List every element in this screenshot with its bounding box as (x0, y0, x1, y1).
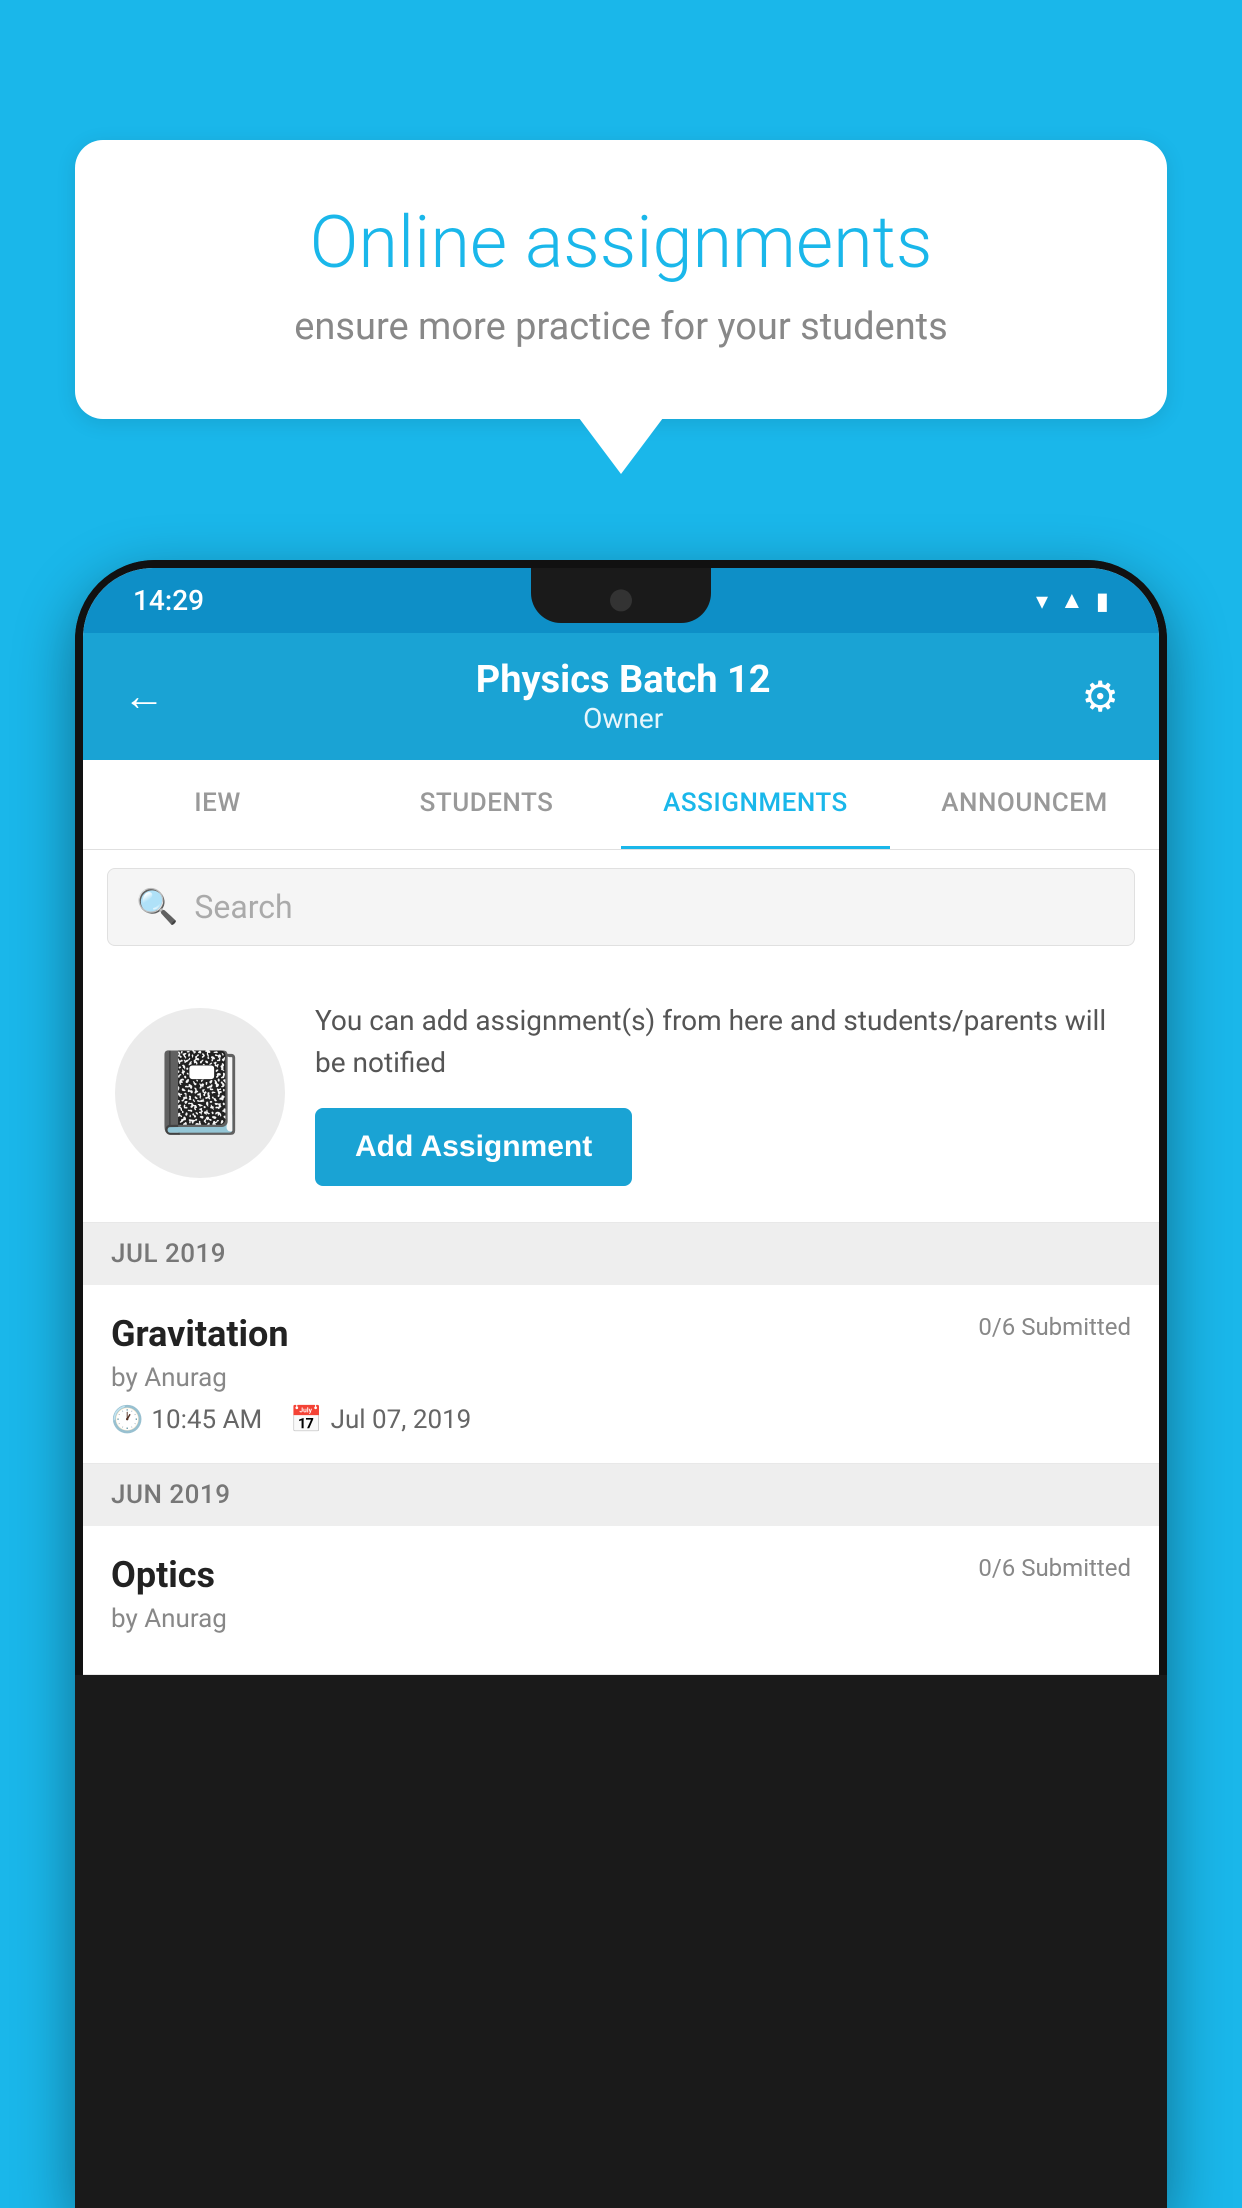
meta-date: 📅 Jul 07, 2019 (290, 1405, 471, 1435)
wifi-icon: ▾ (1036, 587, 1048, 615)
assignment-optics[interactable]: Optics 0/6 Submitted by Anurag (83, 1526, 1159, 1675)
status-bar: 14:29 ▾ ▲ ▮ (83, 568, 1159, 633)
header-title: Physics Batch 12 (476, 658, 771, 702)
month-label-jun: JUN 2019 (111, 1480, 230, 1510)
back-button[interactable]: ← (123, 672, 165, 721)
header-subtitle: Owner (476, 702, 771, 735)
assignment-time: 10:45 AM (151, 1405, 262, 1435)
assignment-name-optics: Optics (111, 1554, 215, 1596)
search-input[interactable]: 🔍 Search (107, 868, 1135, 946)
tab-overview[interactable]: IEW (83, 760, 352, 849)
assignment-author: by Anurag (111, 1363, 1131, 1393)
promo-bubble: Online assignments ensure more practice … (75, 140, 1167, 419)
assignment-submitted: 0/6 Submitted (978, 1313, 1131, 1341)
assignment-meta: 🕐 10:45 AM 📅 Jul 07, 2019 (111, 1405, 1131, 1435)
signal-icon: ▲ (1060, 586, 1084, 615)
tabs-bar: IEW STUDENTS ASSIGNMENTS ANNOUNCEM (83, 760, 1159, 850)
add-assignment-button[interactable]: Add Assignment (315, 1108, 632, 1186)
month-label-jul: JUL 2019 (111, 1239, 226, 1269)
promo-section: 📓 You can add assignment(s) from here an… (83, 964, 1159, 1223)
search-icon: 🔍 (136, 887, 178, 927)
bubble-subtitle: ensure more practice for your students (145, 305, 1097, 349)
notebook-icon: 📓 (150, 1046, 250, 1140)
promo-description: You can add assignment(s) from here and … (315, 1000, 1127, 1084)
search-bar-container: 🔍 Search (83, 850, 1159, 964)
assignment-submitted-optics: 0/6 Submitted (978, 1554, 1131, 1582)
battery-icon: ▮ (1096, 587, 1109, 615)
bubble-title: Online assignments (145, 200, 1097, 285)
assignment-name: Gravitation (111, 1313, 289, 1355)
phone-frame: 14:29 ▾ ▲ ▮ ← Physics Batch 12 Owner ⚙ I… (75, 560, 1167, 2208)
promo-right: You can add assignment(s) from here and … (315, 1000, 1127, 1186)
header-center: Physics Batch 12 Owner (476, 658, 771, 735)
status-time: 14:29 (133, 584, 204, 617)
search-placeholder: Search (194, 888, 292, 926)
phone-inner: 14:29 ▾ ▲ ▮ ← Physics Batch 12 Owner ⚙ I… (75, 560, 1167, 1675)
app-header: ← Physics Batch 12 Owner ⚙ (83, 633, 1159, 760)
assignment-date: Jul 07, 2019 (331, 1405, 472, 1435)
tab-assignments[interactable]: ASSIGNMENTS (621, 760, 890, 849)
settings-icon[interactable]: ⚙ (1081, 672, 1119, 722)
clock-icon: 🕐 (111, 1405, 143, 1435)
promo-icon-circle: 📓 (115, 1008, 285, 1178)
calendar-icon: 📅 (290, 1405, 322, 1435)
bubble-card: Online assignments ensure more practice … (75, 140, 1167, 419)
status-icons: ▾ ▲ ▮ (1036, 586, 1109, 615)
tab-students[interactable]: STUDENTS (352, 760, 621, 849)
assignment-top-optics: Optics 0/6 Submitted (111, 1554, 1131, 1596)
month-header-jul: JUL 2019 (83, 1223, 1159, 1285)
assignment-gravitation[interactable]: Gravitation 0/6 Submitted by Anurag 🕐 10… (83, 1285, 1159, 1464)
camera (610, 589, 632, 611)
assignment-author-optics: by Anurag (111, 1604, 1131, 1634)
meta-time: 🕐 10:45 AM (111, 1405, 262, 1435)
month-header-jun: JUN 2019 (83, 1464, 1159, 1526)
tab-announcements[interactable]: ANNOUNCEM (890, 760, 1159, 849)
notch (531, 568, 711, 623)
screen-wrapper: 14:29 ▾ ▲ ▮ ← Physics Batch 12 Owner ⚙ I… (83, 568, 1159, 1675)
assignment-top: Gravitation 0/6 Submitted (111, 1313, 1131, 1355)
